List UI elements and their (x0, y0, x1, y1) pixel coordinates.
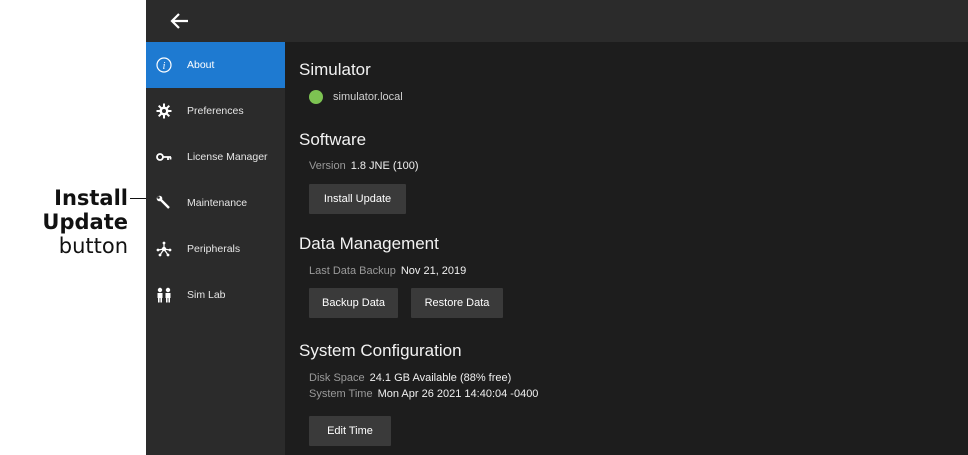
disk-space-row: Disk Space 24.1 GB Available (88% free) (309, 372, 511, 384)
simulator-host-row: simulator.local (309, 90, 403, 104)
gear-icon (156, 103, 172, 119)
sidebar-item-label: Sim Lab (187, 289, 226, 301)
edit-time-button[interactable]: Edit Time (309, 416, 391, 446)
sidebar-item-label: Preferences (187, 105, 244, 117)
back-arrow-icon[interactable] (168, 9, 192, 33)
software-heading: Software (299, 130, 367, 149)
sidebar-item-about[interactable]: i About (146, 42, 285, 88)
wrench-icon (156, 195, 172, 211)
sidebar-item-peripherals[interactable]: Peripherals (146, 226, 285, 272)
callout-line-2: Update (42, 210, 128, 234)
last-backup-row: Last Data Backup Nov 21, 2019 (309, 265, 466, 277)
status-dot-icon (309, 90, 323, 104)
info-icon: i (156, 57, 172, 73)
callout-line-3: button (58, 234, 128, 258)
system-time-row: System Time Mon Apr 26 2021 14:40:04 -040… (309, 388, 538, 400)
disk-space-value: 24.1 GB Available (88% free) (369, 372, 512, 384)
restore-data-button[interactable]: Restore Data (411, 288, 503, 318)
app-window: i About Preferences License Manager Main… (146, 0, 968, 455)
sidebar-item-label: About (187, 59, 215, 71)
sidebar-item-license-manager[interactable]: License Manager (146, 134, 285, 180)
version-label: Version (309, 160, 346, 172)
last-backup-label: Last Data Backup (309, 265, 396, 277)
network-icon (156, 241, 172, 257)
system-time-value: Mon Apr 26 2021 14:40:04 -0400 (377, 388, 539, 400)
data-management-heading: Data Management (299, 234, 439, 253)
callout-line-1: Install (54, 186, 128, 210)
sidebar-item-label: Peripherals (187, 243, 241, 255)
about-panel: Simulator simulator.local Software Versi… (285, 42, 968, 455)
disk-space-label: Disk Space (309, 372, 365, 384)
version-value: 1.8 JNE (100) (350, 160, 419, 172)
system-time-label: System Time (309, 388, 373, 400)
top-bar (146, 0, 968, 42)
sidebar: i About Preferences License Manager Main… (146, 42, 285, 455)
version-row: Version 1.8 JNE (100) (309, 160, 419, 172)
install-update-callout: Install Update button (0, 186, 128, 258)
sidebar-item-preferences[interactable]: Preferences (146, 88, 285, 134)
last-backup-value: Nov 21, 2019 (400, 265, 467, 277)
system-configuration-heading: System Configuration (299, 341, 462, 360)
sidebar-item-sim-lab[interactable]: Sim Lab (146, 272, 285, 318)
sidebar-item-maintenance[interactable]: Maintenance (146, 180, 285, 226)
simulator-host: simulator.local (333, 90, 403, 103)
sidebar-item-label: Maintenance (187, 197, 248, 209)
sidebar-item-label: License Manager (187, 151, 268, 163)
svg-text:i: i (163, 61, 166, 72)
key-icon (156, 149, 172, 165)
people-icon (156, 287, 172, 303)
simulator-heading: Simulator (299, 60, 371, 79)
install-update-button[interactable]: Install Update (309, 184, 406, 214)
backup-data-button[interactable]: Backup Data (309, 288, 398, 318)
